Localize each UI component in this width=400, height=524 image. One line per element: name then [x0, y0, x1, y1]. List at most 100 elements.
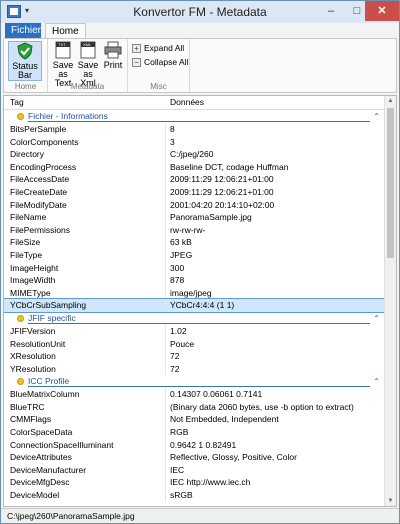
row-tag: FilePermissions [10, 224, 70, 235]
table-row[interactable]: YCbCrSubSampling YCbCr4:4:4 (1 1) [4, 298, 385, 313]
row-value: 8 [170, 124, 175, 134]
ribbon-group-home: Status Bar Home [4, 39, 48, 92]
save-as-xml-button[interactable]: XML Save as Xml [76, 41, 100, 88]
table-row[interactable]: DeviceModel sRGB [4, 489, 384, 502]
table-row[interactable]: XResolution 72 [4, 350, 384, 363]
column-separator [165, 362, 166, 376]
chevron-up-icon[interactable]: ⌃ [373, 110, 380, 123]
scroll-down-icon[interactable]: ▼ [385, 496, 396, 506]
column-separator [165, 148, 166, 161]
group-header[interactable]: JFIF specific ⌃ [4, 312, 384, 325]
expand-all-label: Expand All [144, 43, 185, 53]
metadata-grid[interactable]: Tag Données Fichier - Informations ⌃ BitsP… [3, 95, 397, 507]
row-value: YCbCr4:4:4 (1 1) [170, 300, 235, 311]
group-header[interactable]: Fichier - Informations ⌃ [4, 110, 384, 123]
group-header[interactable]: ICC Profile ⌃ [4, 375, 384, 388]
column-header-value[interactable]: Données [170, 97, 204, 107]
ribbon-tabs: Fichier Home [1, 23, 399, 40]
table-row[interactable]: FileType JPEG [4, 248, 384, 262]
column-separator [165, 248, 166, 262]
column-separator [165, 489, 166, 502]
save-as-text-button[interactable]: TXT Save as Text [50, 41, 76, 88]
column-separator [165, 223, 166, 237]
table-row[interactable]: FileModifyDate 2001:04:20 20:14:10+02:00 [4, 198, 384, 212]
table-row[interactable]: Directory C:/jpeg/260 [4, 148, 384, 161]
column-separator [165, 236, 166, 249]
row-value: 300 [170, 262, 185, 273]
table-row[interactable]: ImageHeight 300 [4, 261, 384, 275]
table-row[interactable]: FileAccessDate 2009:11:29 12:06:21+01:00 [4, 173, 384, 186]
close-button[interactable]: ✕ [365, 1, 399, 21]
scrollbar-thumb[interactable] [387, 108, 394, 258]
tab-file[interactable]: Fichier [5, 23, 41, 39]
row-tag: DeviceAttributes [10, 452, 72, 463]
minus-icon: − [132, 57, 141, 67]
column-separator [165, 463, 166, 477]
row-tag: FileModifyDate [10, 199, 67, 210]
row-value: 63 kB [170, 237, 192, 248]
print-button[interactable]: Print [101, 41, 125, 81]
collapse-all-label: Collapse All [144, 57, 189, 67]
table-row[interactable]: FileSize 63 kB [4, 236, 384, 249]
table-row[interactable]: ResolutionUnit Pouce [4, 337, 384, 351]
table-row[interactable]: FilePermissions rw-rw-rw- [4, 223, 384, 237]
row-value: rw-rw-rw- [170, 224, 206, 235]
table-row[interactable]: DeviceAttributes Reflective, Glossy, Posi… [4, 451, 384, 464]
app-window: ▾ Konvertor FM - Metadata – □ ✕ Fichier … [0, 0, 400, 524]
status-bar-button[interactable]: Status Bar [8, 41, 42, 81]
row-value: Baseline DCT, codage Huffman [170, 161, 289, 172]
row-tag: EncodingProcess [10, 161, 77, 172]
vertical-scrollbar[interactable]: ▲ ▼ [384, 96, 396, 506]
table-row[interactable]: ColorComponents 3 [4, 135, 384, 149]
chevron-up-icon[interactable]: ⌃ [373, 312, 380, 325]
row-value: IEC [170, 464, 185, 475]
table-row[interactable]: DeviceMfgDesc IEC http://www.iec.ch [4, 476, 384, 490]
printer-icon [103, 41, 123, 59]
table-row[interactable]: ImageWidth 878 [4, 274, 384, 287]
row-value: 2009:11:29 12:06:21+01:00 [170, 186, 274, 197]
column-header-tag[interactable]: Tag [10, 97, 24, 107]
column-separator [165, 350, 166, 363]
column-separator [165, 299, 166, 312]
column-separator [165, 123, 166, 136]
row-tag: ImageWidth [10, 275, 56, 286]
row-tag: ColorComponents [10, 136, 79, 147]
table-row[interactable]: JFIFVersion 1.02 [4, 324, 384, 338]
expand-all-button[interactable]: + Expand All [132, 42, 184, 54]
column-separator [165, 198, 166, 212]
row-value: 72 [170, 351, 180, 362]
row-tag: DeviceManufacturer [10, 464, 87, 475]
minimize-button[interactable]: – [317, 1, 345, 21]
chevron-up-icon[interactable]: ⌃ [373, 375, 380, 388]
grid-header: Tag Données [4, 96, 384, 110]
row-tag: XResolution [10, 351, 56, 362]
table-row[interactable]: DeviceManufacturer IEC [4, 463, 384, 477]
table-row[interactable]: FileName PanoramaSample.jpg [4, 211, 384, 224]
column-separator [165, 261, 166, 275]
table-row[interactable]: FileCreateDate 2009:11:29 12:06:21+01:00 [4, 185, 384, 199]
column-separator [165, 337, 166, 351]
table-row[interactable]: BlueTRC (Binary data 2060 bytes, use -b o… [4, 400, 384, 414]
table-row[interactable]: BitsPerSample 8 [4, 123, 384, 136]
title-bar: ▾ Konvertor FM - Metadata – □ ✕ [1, 1, 399, 23]
table-row[interactable]: BlueMatrixColumn 0.14307 0.06061 0.7141 [4, 388, 384, 401]
collapse-all-button[interactable]: − Collapse All [132, 56, 188, 68]
scroll-up-icon[interactable]: ▲ [385, 96, 396, 106]
table-row[interactable]: EncodingProcess Baseline DCT, codage Huff… [4, 160, 384, 174]
table-row[interactable]: CMMFlags Not Embedded, Independent [4, 413, 384, 427]
grid-rows: Fichier - Informations ⌃ BitsPerSample 8 Col… [4, 110, 385, 502]
row-value: 2001:04:20 20:14:10+02:00 [170, 199, 275, 210]
row-value: 2009:11:29 12:06:21+01:00 [170, 174, 274, 185]
status-bar-label: Status Bar [12, 61, 38, 80]
row-tag: JFIFVersion [10, 325, 56, 336]
table-row[interactable]: ColorSpaceData RGB [4, 426, 384, 439]
table-row[interactable]: ConnectionSpaceIlluminant 0.9642 1 0.8249… [4, 438, 384, 452]
table-row[interactable]: MIMEType image/jpeg [4, 286, 384, 300]
row-tag: MIMEType [10, 287, 51, 298]
row-tag: YCbCrSubSampling [10, 300, 87, 311]
row-value: 0.14307 0.06061 0.7141 [170, 389, 263, 400]
group-bullet-icon [17, 314, 24, 322]
ribbon-group-misc: + Expand All − Collapse All Misc [128, 39, 190, 92]
group-divider [28, 121, 370, 122]
table-row[interactable]: YResolution 72 [4, 362, 384, 376]
